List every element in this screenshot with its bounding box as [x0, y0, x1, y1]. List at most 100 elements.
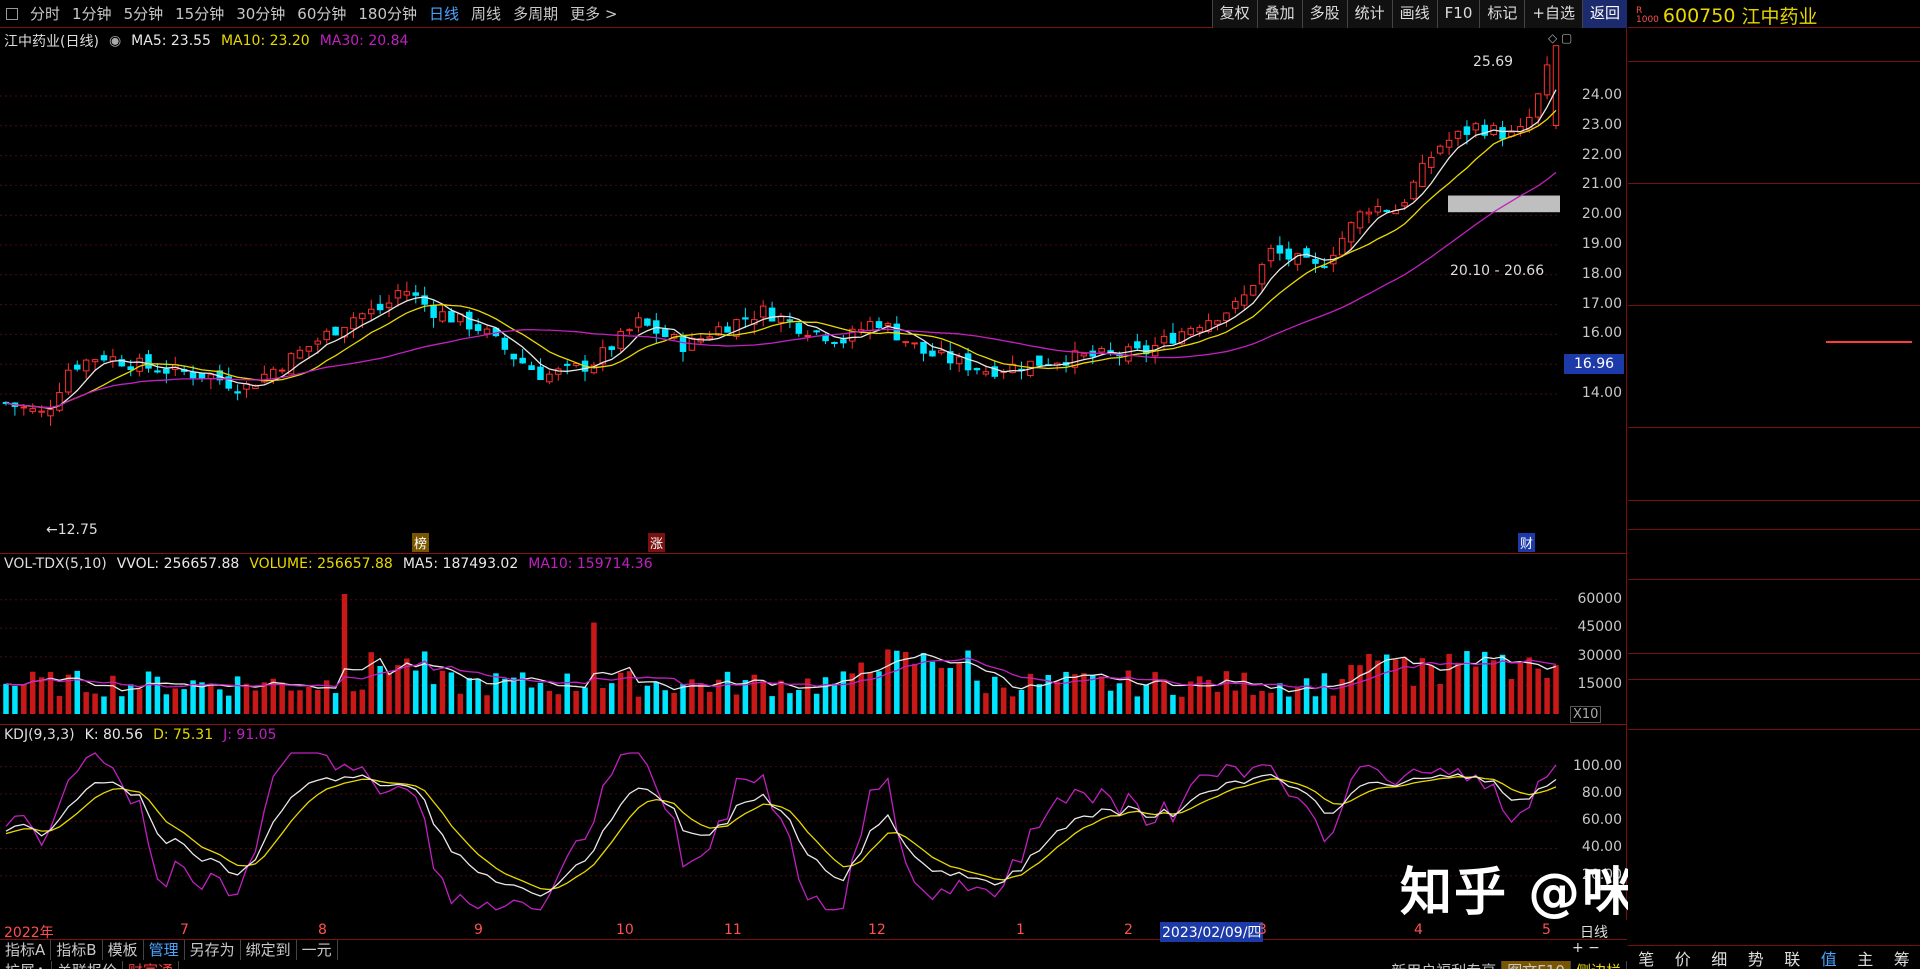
candle-body	[528, 365, 535, 371]
period-tab[interactable]: 日线	[423, 3, 465, 24]
indicator-tab[interactable]: 模板	[103, 940, 144, 960]
menu-square-icon[interactable]	[6, 7, 18, 20]
period-tabs: 分时 1分钟 5分钟 15分钟 30分钟 60分钟 180分钟 日线 周线 多周期 更多 >	[24, 3, 623, 24]
volume-bar	[1134, 696, 1141, 714]
tmr-up-row	[1628, 604, 1920, 628]
quote-nav-tab[interactable]: 细	[1711, 946, 1727, 969]
candle-body	[875, 321, 883, 328]
indicator-tab[interactable]: 另存为	[185, 940, 241, 960]
candle-body	[412, 292, 420, 296]
extension-tab[interactable]: 关联报价	[52, 961, 123, 969]
candle-body	[198, 372, 206, 379]
volume-bar	[911, 663, 918, 714]
volume-bar	[671, 692, 677, 714]
volume-bar	[1188, 681, 1194, 714]
period-tab[interactable]: 180分钟	[352, 3, 423, 24]
toolbar-button[interactable]: 复权	[1211, 0, 1257, 28]
volume-bar	[511, 677, 517, 714]
volume-bar	[38, 677, 45, 714]
volume-bar	[1161, 679, 1167, 714]
right-tab[interactable]: 侧边栏	[1571, 961, 1627, 969]
volume-bar	[1000, 687, 1007, 714]
volume-chart[interactable]	[0, 554, 1564, 719]
indicator-tab[interactable]: 绑定到	[241, 940, 297, 960]
right-tab[interactable]: 新用户福利专享	[1386, 961, 1503, 969]
period-toolbar: 分时 1分钟 5分钟 15分钟 30分钟 60分钟 180分钟 日线 周线 多周期 更多 > 复权叠…	[0, 0, 1627, 28]
period-tab[interactable]: 分时	[24, 3, 66, 24]
toolbar-button[interactable]: 标记	[1479, 0, 1525, 28]
volume-bar	[261, 682, 268, 714]
extension-tab[interactable]: 财富通	[123, 961, 180, 969]
volume-bar	[1312, 696, 1319, 714]
event-mark-bang[interactable]: 榜	[412, 533, 430, 552]
stat-row	[1628, 330, 1920, 354]
kdj-j-line	[5, 752, 1557, 911]
quote-nav-tab[interactable]: 势	[1748, 946, 1764, 969]
volume-bar	[502, 678, 508, 714]
period-tab[interactable]: 周线	[465, 3, 507, 24]
volume-bar	[1330, 695, 1337, 714]
toolbar-button[interactable]: 叠加	[1256, 0, 1302, 28]
period-tab[interactable]: 多周期	[507, 3, 564, 24]
quote-nav-tab[interactable]: 值	[1821, 946, 1837, 969]
candle-body	[127, 366, 134, 370]
quote-nav-tab[interactable]: 主	[1857, 946, 1873, 969]
kdj-chart[interactable]	[0, 725, 1564, 920]
candle-body	[163, 368, 170, 374]
volume-bar	[1294, 687, 1301, 714]
toolbar-button[interactable]: 多股	[1301, 0, 1347, 28]
indicator-tab[interactable]: 指标A	[0, 940, 52, 960]
volume-bar	[395, 665, 401, 714]
indicator-tab[interactable]: 一元	[297, 940, 338, 960]
scroll-plus-icon[interactable]: + −	[1572, 940, 1600, 956]
event-mark-cai[interactable]: 财	[1518, 533, 1536, 552]
price-tick: 22.00	[1581, 146, 1622, 163]
quote-header: R 1000 600750 江中药业	[1628, 4, 1920, 28]
toolbar-button[interactable]: 画线	[1391, 0, 1437, 28]
candle-body	[465, 311, 473, 330]
period-tab[interactable]: 60分钟	[291, 3, 352, 24]
period-tab[interactable]: 15分钟	[169, 3, 230, 24]
quote-nav-tab[interactable]: 价	[1675, 946, 1691, 969]
period-tab[interactable]: 1分钟	[66, 3, 118, 24]
toolbar-button[interactable]: 统计	[1346, 0, 1392, 28]
fin-row	[1628, 874, 1920, 898]
candle-body	[546, 373, 553, 383]
volume-bar	[163, 694, 170, 714]
chart-close-icon[interactable]: ◇ ▢	[1548, 31, 1572, 45]
candle-body	[1214, 320, 1221, 325]
candle-body	[296, 349, 304, 359]
candle-body	[1125, 346, 1132, 362]
volume-bar	[573, 690, 579, 714]
toolbar-button[interactable]: F10	[1436, 0, 1480, 28]
candle-body	[1552, 45, 1560, 127]
indicator-tab[interactable]: 管理	[144, 940, 185, 960]
quote-nav-tab[interactable]: 联	[1784, 946, 1800, 969]
volume-bar	[1357, 665, 1363, 714]
volume-bar	[1526, 657, 1533, 714]
volume-bar	[653, 682, 660, 714]
candlestick-chart[interactable]	[0, 28, 1564, 558]
r-badge-icon: R 1000	[1636, 5, 1659, 25]
market-row	[1628, 502, 1920, 528]
toolbar-button[interactable]: 返回	[1581, 0, 1627, 28]
volume-bar	[591, 622, 597, 714]
event-mark-zhang[interactable]: 涨	[648, 533, 666, 552]
period-tab[interactable]: 30分钟	[230, 3, 291, 24]
quote-nav-tab[interactable]: 笔	[1638, 946, 1654, 969]
candle-body	[982, 371, 990, 375]
period-tab[interactable]: 5分钟	[118, 3, 170, 24]
chart-area[interactable]: 江中药业(日线) ◉ MA5: 23.55 MA10: 23.20 MA30: …	[0, 28, 1627, 920]
quote-nav-tab[interactable]: 筹	[1894, 946, 1910, 969]
candle-body	[1098, 348, 1105, 353]
right-tab[interactable]: 图文F10	[1502, 961, 1571, 969]
indicator-tab[interactable]: 指标B	[51, 940, 103, 960]
toolbar-button[interactable]: +自选	[1524, 0, 1582, 28]
volume-bar	[306, 686, 312, 714]
extension-tab[interactable]: 扩展∧	[0, 961, 52, 969]
period-tab[interactable]: 更多 >	[564, 3, 623, 24]
candle-body	[1534, 93, 1542, 118]
volume-bar	[769, 696, 775, 714]
date-label: 3	[1258, 922, 1267, 938]
candle-body	[323, 330, 330, 341]
